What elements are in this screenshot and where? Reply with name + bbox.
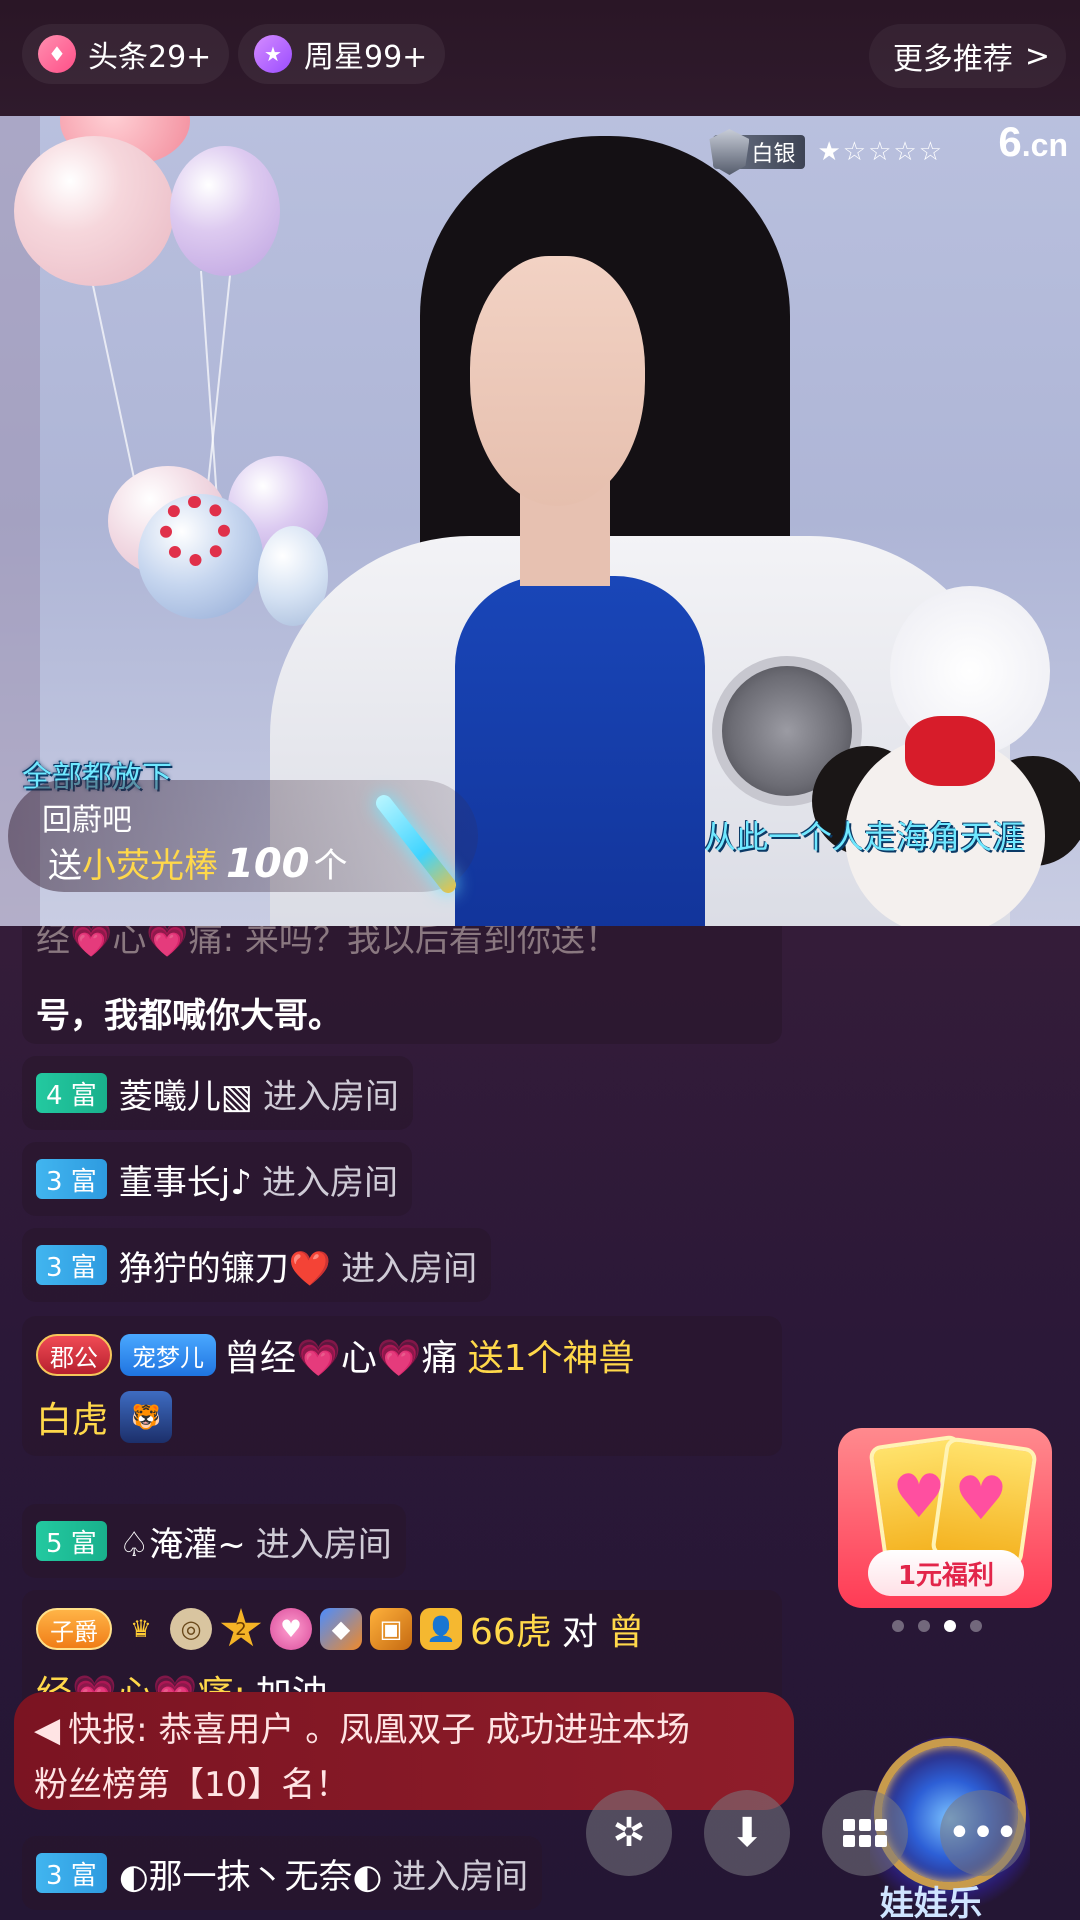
username[interactable]: 66虎 — [470, 1603, 552, 1655]
enter-text: 进入房间 — [261, 1162, 398, 1203]
chat-message-line: 子爵 ♛ ◎ 2 ♥ ◆ ▣ 👤 66虎 对 曾 — [36, 1598, 768, 1660]
enter-text: 进入房间 — [392, 1856, 529, 1897]
more-recommend-label: 更多推荐 — [892, 42, 1013, 77]
enter-message: 5 富 ♤淹灌~ 进入房间 — [22, 1504, 406, 1578]
wealth-level-badge: 4 富 — [36, 1073, 107, 1113]
cube-badge-icon: ◆ — [320, 1608, 362, 1650]
shield-icon — [709, 129, 750, 175]
rank-label: 白银 — [751, 142, 796, 167]
speaker-icon: ◀ — [34, 1710, 61, 1750]
heart-icon: ♥ — [954, 1464, 1008, 1534]
logo-suffix: .cn — [1021, 127, 1068, 163]
enter-message: 3 富 狰狞的镰刀❤️ 进入房间 — [22, 1228, 492, 1302]
enter-message: 4 富 菱曦儿▧ 进入房间 — [22, 1056, 413, 1130]
promo-label: 1元福利 — [868, 1550, 1024, 1596]
balloon — [14, 136, 174, 286]
balloon — [170, 146, 280, 276]
flame-icon: ♦ — [38, 35, 76, 73]
headline-rank-pill[interactable]: ♦ 头条29+ — [22, 24, 230, 84]
crown-icon: ♛ — [130, 1615, 152, 1643]
treasure-badge-icon: ▣ — [370, 1608, 412, 1650]
enter-message: 3 富 董事长j♪ 进入房间 — [22, 1142, 412, 1216]
pager-dot[interactable] — [970, 1620, 982, 1632]
welfare-promo-button[interactable]: ♥ ♥ 1元福利 — [838, 1428, 1052, 1608]
star-icon: ★ — [254, 35, 292, 73]
site-logo: 6.cn — [998, 118, 1068, 166]
flower-decoration — [160, 496, 230, 566]
gift-name: 白虎 — [36, 1400, 109, 1441]
enter-text: 进入房间 — [255, 1524, 392, 1565]
headline-rank-label: 头条29+ — [88, 40, 212, 75]
gift-send-word: 送 — [48, 846, 82, 886]
heart-icon: ♥ — [892, 1462, 946, 1532]
weekly-star-label: 周星99+ — [304, 40, 428, 75]
user-card-icon: 👤 — [420, 1608, 462, 1650]
streamer-face — [470, 256, 645, 506]
apps-button[interactable] — [822, 1790, 908, 1876]
rank-badge: 白银 — [709, 129, 806, 175]
download-icon: ⬇ — [730, 1810, 764, 1856]
wealth-level-badge: 3 富 — [36, 1159, 107, 1199]
anchor-rank[interactable]: 白银 ★☆☆☆☆ — [709, 129, 944, 175]
username[interactable]: 菱曦儿▧ — [119, 1069, 253, 1118]
enter-message: 3 富 ◐那一抹丶无奈◐ 进入房间 — [22, 1836, 543, 1910]
gift-action: 送1个神兽 — [467, 1338, 635, 1379]
gift-count: 100 — [226, 841, 310, 887]
gift-sender-name: 回蔚吧 — [42, 803, 132, 838]
gift-name: 小荧光棒 — [82, 846, 218, 886]
pager-dot[interactable] — [918, 1620, 930, 1632]
sparkle-icon: ✲ — [612, 1810, 646, 1856]
rank-stars: ★☆☆☆☆ — [817, 137, 944, 167]
pager-dot-active[interactable] — [944, 1620, 956, 1632]
username[interactable]: 曾经💗心💗痛 — [224, 1329, 458, 1381]
news-line: ◀ 快报: 恭喜用户 。凤凰双子 成功进驻本场 — [34, 1702, 774, 1751]
white-tiger-icon: 🐯 — [120, 1391, 173, 1443]
streamer-sweater — [455, 576, 705, 926]
news-text-2: 粉丝榜第【10】名！ — [34, 1765, 350, 1805]
noble-badge: 郡公 — [36, 1334, 112, 1376]
gift-unit: 个 — [313, 846, 348, 886]
gift-message-line: 白虎 🐯 — [36, 1386, 768, 1448]
username[interactable]: 狰狞的镰刀❤️ — [119, 1241, 331, 1290]
more-icon: ••• — [947, 1810, 1019, 1856]
noble-badge: 子爵 — [36, 1608, 112, 1650]
chat-text-partial: 经💗心💗痛: 来吗？我以后看到你送！ — [36, 926, 619, 960]
to-word: 对 — [561, 1612, 598, 1653]
more-recommend-button[interactable]: 更多推荐 > — [868, 24, 1066, 88]
level-star-icon: 2 — [220, 1608, 262, 1647]
chat-text: 号，我都喊你大哥。 — [36, 996, 342, 1036]
more-options-button[interactable]: ••• — [940, 1790, 1026, 1876]
enter-text: 进入房间 — [341, 1248, 478, 1289]
claw-machine-label: 娃娃乐 — [880, 1884, 982, 1920]
wealth-level-badge: 3 富 — [36, 1245, 107, 1285]
enter-text: 进入房间 — [262, 1076, 399, 1117]
username[interactable]: ♤淹灌~ — [119, 1517, 246, 1566]
grid-icon — [843, 1819, 887, 1847]
gift-message: 郡公 宠梦儿 曾经💗心💗痛 送1个神兽 白虎 🐯 — [22, 1316, 782, 1456]
promo-pager — [892, 1620, 982, 1632]
heart-badge-icon: ♥ — [270, 1608, 312, 1650]
medal-icon: ◎ — [170, 1608, 212, 1650]
download-button[interactable]: ⬇ — [704, 1790, 790, 1876]
pager-dot[interactable] — [892, 1620, 904, 1632]
plush-bow — [905, 716, 995, 786]
target-username[interactable]: 曾 — [608, 1603, 644, 1655]
lyric-right: 从此一个人走海角天涯 — [703, 818, 1024, 856]
weekly-star-pill[interactable]: ★ 周星99+ — [238, 24, 446, 84]
gift-message-line: 郡公 宠梦儿 曾经💗心💗痛 送1个神兽 — [36, 1324, 768, 1386]
gift-text: 送 小荧光棒 100 个 — [48, 838, 348, 887]
username[interactable]: ◐那一抹丶无奈◐ — [119, 1849, 382, 1898]
share-button[interactable]: ✲ — [586, 1790, 672, 1876]
chevron-right-icon: > — [1024, 38, 1050, 74]
news-flash-banner[interactable]: ◀ 快报: 恭喜用户 。凤凰双子 成功进驻本场 粉丝榜第【10】名！ — [14, 1692, 794, 1810]
wealth-level-badge: 3 富 — [36, 1853, 107, 1893]
news-text-1: 快报: 恭喜用户 。凤凰双子 成功进驻本场 — [68, 1710, 691, 1750]
top-bar: ♦ 头条29+ ★ 周星99+ 更多推荐 > — [0, 0, 1080, 116]
logo-number: 6 — [998, 118, 1022, 165]
fan-badge: 宠梦儿 — [120, 1334, 216, 1376]
wealth-level-badge: 5 富 — [36, 1521, 107, 1561]
username[interactable]: 董事长j♪ — [119, 1155, 252, 1204]
